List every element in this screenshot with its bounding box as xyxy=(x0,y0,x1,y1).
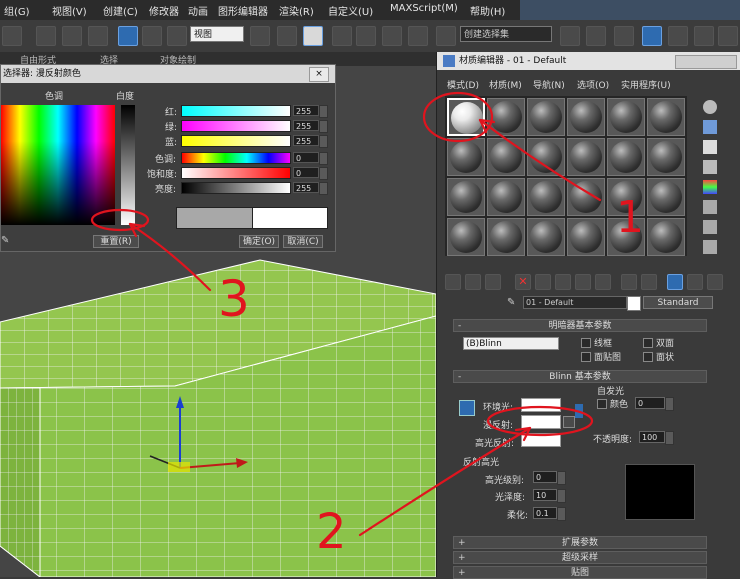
annotation-arrow-1 xyxy=(478,118,602,202)
annotation-overlay: 1 3 2 xyxy=(90,91,644,560)
annotation-circle-diffuse xyxy=(486,405,594,437)
annotation-arrow-2 xyxy=(358,426,532,537)
annotation-number-3: 3 xyxy=(218,270,250,328)
annotation-number-2: 2 xyxy=(316,504,347,560)
annotation-circle-sphere xyxy=(422,91,494,143)
annotation-number-1: 1 xyxy=(616,192,644,243)
annotation-circle-reset xyxy=(90,208,150,232)
annotation-arrow-3 xyxy=(128,222,212,292)
